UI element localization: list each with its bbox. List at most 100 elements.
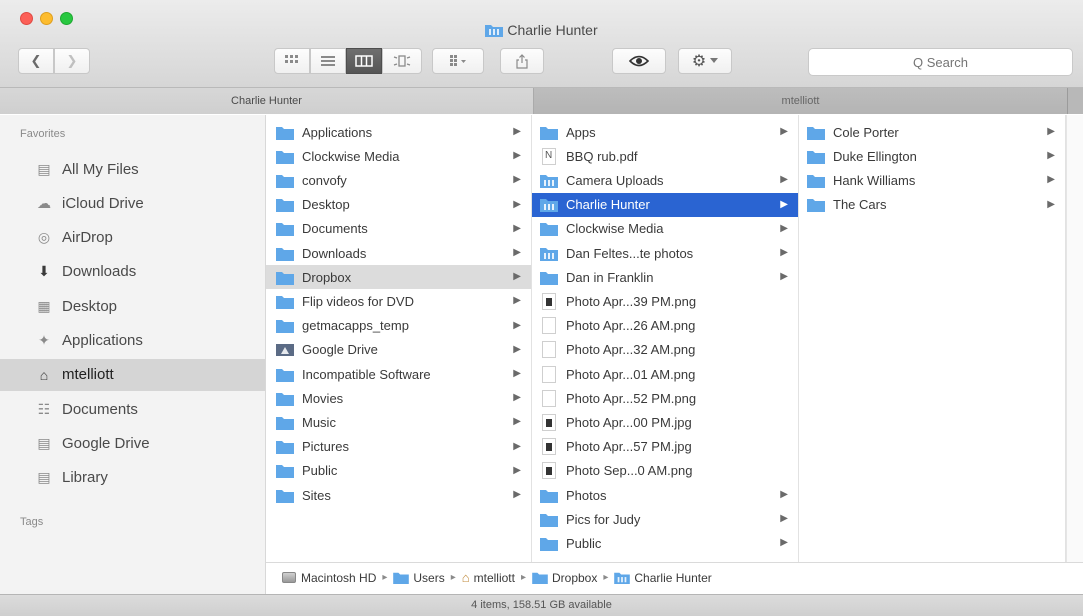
path-segment[interactable]: Dropbox [532,571,597,585]
file-row[interactable]: Documents ▶ [266,217,531,241]
file-row[interactable]: Movies ▶ [266,386,531,410]
file-row[interactable]: The Cars ▶ [799,193,1065,217]
file-row[interactable]: Dropbox ▶ [266,265,531,290]
file-name: Incompatible Software [302,366,431,382]
path-separator-icon: ▸ [520,572,526,583]
path-segment-label: Users [413,570,445,585]
icon-view-button[interactable] [274,48,310,74]
file-row[interactable]: Photo Apr...01 AM.png [532,362,798,386]
file-row[interactable]: Incompatible Software ▶ [266,362,531,386]
sidebar-item-documents[interactable]: ☷ Documents [0,393,265,425]
file-name: Photo Apr...57 PM.jpg [566,439,692,455]
chevron-down-icon [710,58,719,63]
file-name: Photo Apr...52 PM.png [566,390,697,406]
file-row[interactable]: Clockwise Media ▶ [532,217,798,241]
folder-icon [807,126,825,140]
sidebar-item-downloads[interactable]: ⬇ Downloads [0,256,265,288]
arrange-button[interactable] [432,48,484,74]
back-button[interactable]: ❮ [18,48,54,74]
file-name: Charlie Hunter [566,197,650,213]
file-row[interactable]: Downloads ▶ [266,241,531,265]
file-row[interactable]: Photo Apr...26 AM.png [532,314,798,338]
sidebar-item-icloud-drive[interactable]: ☁ iCloud Drive [0,187,265,219]
file-row[interactable]: Charlie Hunter ▶ [532,192,798,217]
sidebar-item-mtelliott[interactable]: ⌂ mtelliott [0,358,265,391]
file-row[interactable]: Apps ▶ [532,120,798,144]
file-name: Dan Feltes...te photos [566,245,694,261]
file-row[interactable]: Music ▶ [266,410,531,434]
file-row[interactable]: Photo Apr...52 PM.png [532,386,798,410]
sidebar-item-library[interactable]: ▤ Library [0,462,265,494]
file-row[interactable]: Photo Apr...00 PM.jpg [532,410,798,434]
file-name: Clockwise Media [566,221,664,237]
disclosure-arrow-icon: ▶ [1047,150,1055,162]
column-view-button[interactable] [346,48,382,74]
file-row[interactable]: Clockwise Media ▶ [266,144,531,168]
folder-icon [276,295,294,309]
search-input[interactable] [808,48,1073,76]
path-segment[interactable]: Users [393,570,445,585]
list-view-button[interactable] [310,48,346,74]
folder-icon [276,271,294,285]
forward-button[interactable]: ❯ [54,48,90,74]
file-row[interactable]: getmacapps_temp ▶ [266,314,531,338]
file-row[interactable]: Photo Sep...0 AM.png [532,459,798,483]
action-button[interactable]: ⚙ [678,48,732,74]
path-segment[interactable]: ⌂ mtelliott [462,570,515,585]
file-row[interactable]: Pictures ▶ [266,435,531,459]
tab-mtelliott[interactable]: mtelliott [534,88,1068,114]
browser-column-3: Cole Porter ▶ Duke Ellington ▶ Hank Williams… [799,115,1066,562]
file-row[interactable]: Dan Feltes...te photos ▶ [532,241,798,265]
file-row[interactable]: Photo Apr...39 PM.png [532,289,798,313]
file-row[interactable]: Google Drive ▶ [266,338,531,362]
file-row[interactable]: Dan in Franklin ▶ [532,265,798,289]
file-row[interactable]: Sites ▶ [266,483,531,507]
status-bar: 4 items, 158.51 GB available [0,594,1083,616]
hard-drive-icon [282,572,296,583]
sidebar-item-label: Downloads [62,263,137,281]
disclosure-arrow-icon: ▶ [513,343,521,355]
share-button[interactable] [500,48,544,74]
new-tab-button[interactable] [1068,88,1083,114]
file-row[interactable]: Desktop ▶ [266,193,531,217]
file-row[interactable]: Flip videos for DVD ▶ [266,289,531,313]
file-row[interactable]: BBQ rub.pdf [532,144,798,168]
quick-look-button[interactable] [612,48,666,74]
sidebar-item-airdrop[interactable]: ◎ AirDrop [0,222,265,254]
file-row[interactable]: Camera Uploads ▶ [532,168,798,192]
sidebar-item-all-my-files[interactable]: ▤ All My Files [0,153,265,185]
sidebar-item-applications[interactable]: ✦ Applications [0,325,265,357]
shared-folder-icon [540,199,558,213]
home-icon: ⌂ [461,570,470,585]
eye-icon [629,55,649,67]
file-row[interactable]: Photos ▶ [532,483,798,507]
path-segment[interactable]: Charlie Hunter [614,571,712,585]
file-row[interactable]: Cole Porter ▶ [799,120,1065,144]
folder-icon: ▤ [37,434,51,451]
cloud-icon: ☁ [37,194,51,211]
file-row[interactable]: Public ▶ [266,459,531,483]
file-name: Google Drive [302,342,378,358]
window-title-text: Charlie Hunter [507,22,598,38]
file-name: Applications [302,124,373,140]
file-row[interactable]: Applications ▶ [266,120,531,144]
path-segment[interactable]: Macintosh HD [282,571,376,585]
disclosure-arrow-icon: ▶ [513,464,521,476]
disclosure-arrow-icon: ▶ [513,416,521,428]
file-row[interactable]: convofy ▶ [266,168,531,192]
sidebar-item-google-drive[interactable]: ▤ Google Drive [0,427,265,459]
file-row[interactable]: Pics for Judy ▶ [532,507,798,531]
cover-flow-button[interactable] [382,48,422,74]
file-row[interactable]: Hank Williams ▶ [799,168,1065,192]
disclosure-arrow-icon: ▶ [513,271,521,283]
file-row[interactable]: Duke Ellington ▶ [799,144,1065,168]
file-name: Desktop [302,197,350,213]
tab-charlie-hunter[interactable]: Charlie Hunter [0,88,534,114]
file-name: Apps [566,124,596,140]
column-scroll-area[interactable] [1066,115,1083,562]
sidebar-item-desktop[interactable]: ▦ Desktop [0,290,265,322]
file-row[interactable]: Photo Apr...32 AM.png [532,338,798,362]
file-name: Cole Porter [833,124,899,140]
file-row[interactable]: Photo Apr...57 PM.jpg [532,435,798,459]
file-row[interactable]: Public ▶ [532,531,798,555]
